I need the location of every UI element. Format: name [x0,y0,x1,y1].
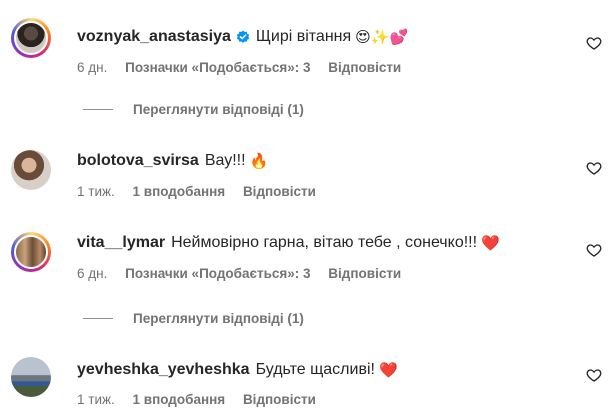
avatar-wrap[interactable] [11,150,51,190]
comment-meta: 6 дн. Позначки «Подобається»: 3 Відповіс… [77,60,415,75]
view-replies-label: Переглянути відповіді (1) [133,311,304,326]
heart-outline-icon[interactable] [586,35,602,51]
comment-time[interactable]: 6 дн. [77,60,107,75]
view-replies-label: Переглянути відповіді (1) [133,102,304,117]
comment-time[interactable]: 1 тиж. [77,392,115,407]
view-replies-button[interactable]: Переглянути відповіді (1) [83,102,304,117]
heart-outline-icon[interactable] [586,367,602,383]
reply-button[interactable]: Відповісти [243,184,316,199]
comment-likes-count[interactable]: 1 вподобання [133,392,226,407]
comment-text: Будьте щасливі! [255,361,375,378]
comment-username[interactable]: voznyak_anastasiya [77,28,231,46]
avatar[interactable] [11,357,51,397]
view-replies-button[interactable]: Переглянути відповіді (1) [83,311,304,326]
avatar-wrap[interactable] [11,357,51,397]
comment-text: Щирі вітання [255,28,352,45]
heart-outline-icon[interactable] [586,160,602,176]
reply-button[interactable]: Відповісти [243,392,316,407]
verified-badge-icon [236,30,250,44]
comment-emoji: 🔥 [249,153,269,170]
comments-list: voznyak_anastasiya Щирі вітання 😍✨💕 6 дн… [0,0,616,414]
comment-meta: 1 тиж. 1 вподобання Відповісти [77,392,330,407]
comment-text: Неймовірно гарна, вітаю тебе , сонечко!!… [171,234,478,251]
comment-time[interactable]: 6 дн. [77,266,107,281]
avatar-story-ring[interactable] [11,232,51,272]
comment-likes-count[interactable]: Позначки «Подобається»: 3 [125,60,310,75]
reply-button[interactable]: Відповісти [328,60,401,75]
comment-time[interactable]: 1 тиж. [77,184,115,199]
replies-divider [83,109,113,110]
avatar[interactable] [14,235,48,269]
comment-username[interactable]: bolotova_svirsa [77,152,199,170]
comment-emoji: ❤️ [481,235,500,252]
avatar[interactable] [11,150,51,190]
reply-button[interactable]: Відповісти [328,266,401,281]
comment-text: Вау!!! [204,152,246,169]
avatar[interactable] [14,21,48,55]
comment-emoji: ❤️ [378,362,398,379]
comment-username[interactable]: yevheshka_yevheshka [77,361,250,379]
comment-meta: 1 тиж. 1 вподобання Відповісти [77,184,330,199]
comment-emoji: 😍✨💕 [355,29,409,46]
comment-username[interactable]: vita__lymar [77,234,165,252]
avatar-story-ring[interactable] [11,18,51,58]
heart-outline-icon[interactable] [586,242,602,258]
replies-divider [83,318,113,319]
comment-meta: 6 дн. Позначки «Подобається»: 3 Відповіс… [77,266,415,281]
comment-likes-count[interactable]: Позначки «Подобається»: 3 [125,266,310,281]
comment-likes-count[interactable]: 1 вподобання [133,184,226,199]
